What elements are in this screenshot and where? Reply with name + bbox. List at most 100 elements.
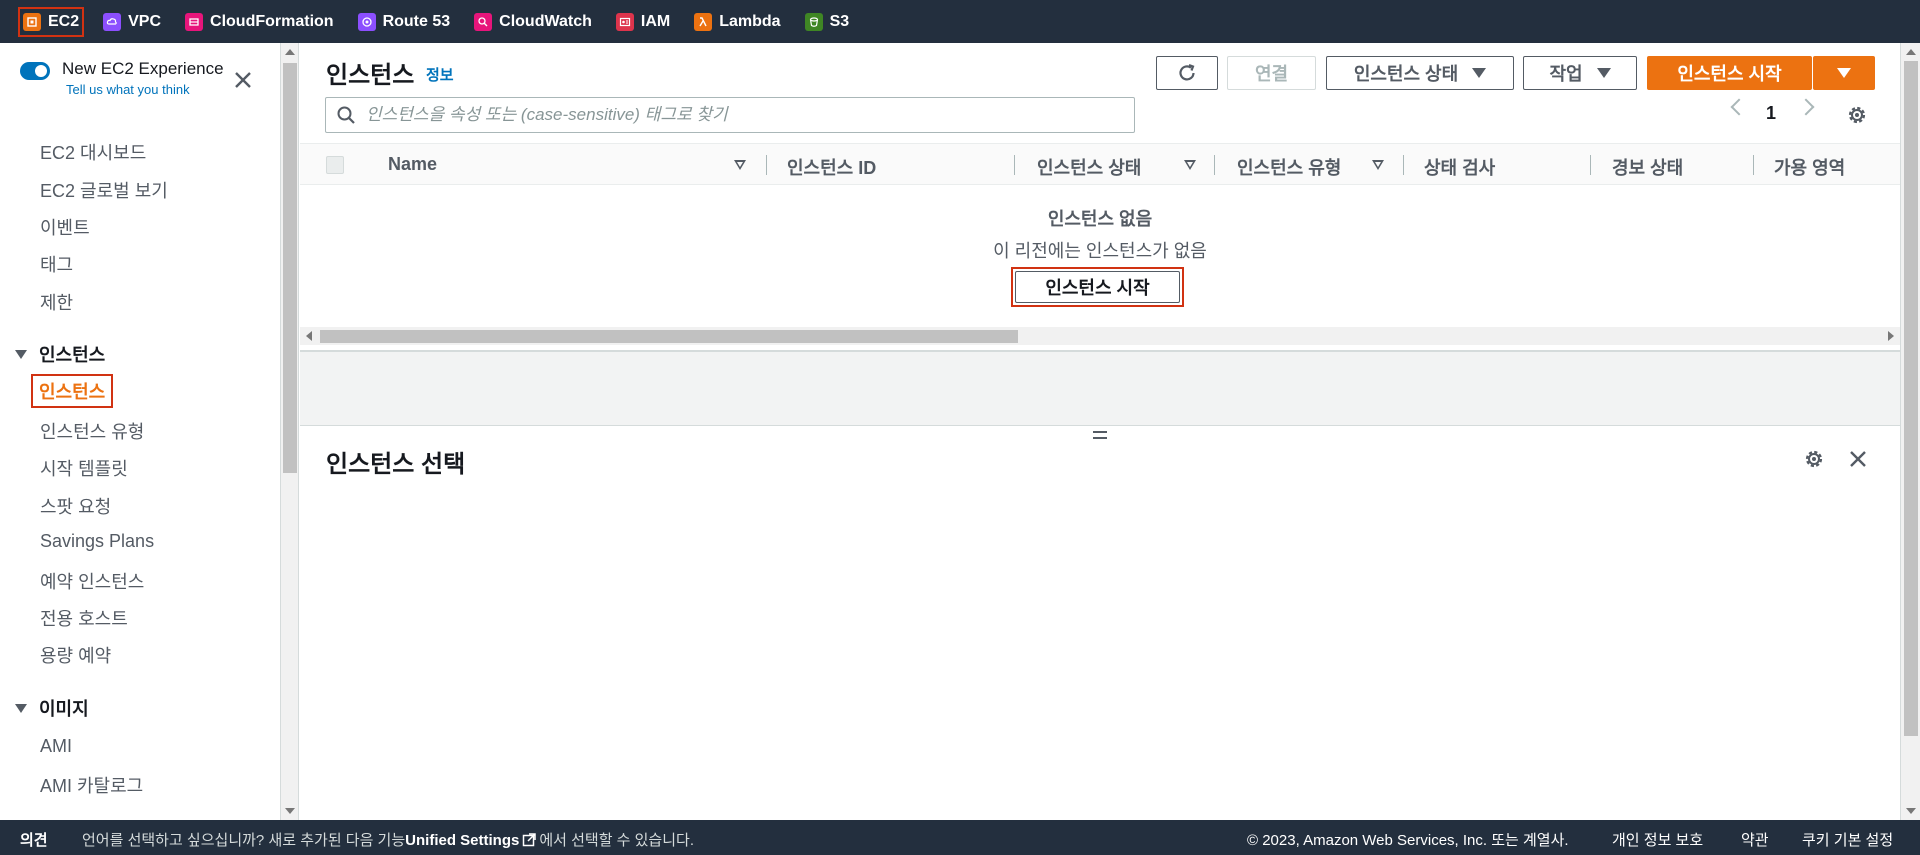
scrollbar-thumb[interactable] [1904, 61, 1918, 736]
actions-label: 작업 [1549, 64, 1583, 84]
service-cloudformation[interactable]: CloudFormation [180, 7, 339, 37]
connect-button[interactable]: 연결 [1227, 56, 1316, 90]
search-input[interactable] [366, 105, 1126, 125]
launch-label: 인스턴스 시작 [1677, 64, 1782, 84]
launch-options-dropdown[interactable] [1813, 56, 1875, 90]
service-s3[interactable]: S3 [800, 7, 855, 37]
empty-launch-instances-button[interactable]: 인스턴스 시작 [1015, 271, 1180, 303]
sort-icon[interactable] [1372, 160, 1384, 170]
service-iam[interactable]: IAM [611, 7, 675, 37]
empty-state-description: 이 리전에는 인스턴스가 없음 [993, 241, 1207, 261]
service-label: S3 [829, 12, 850, 30]
pagination-page[interactable]: 1 [1766, 103, 1776, 124]
service-cloudwatch[interactable]: CloudWatch [469, 7, 597, 37]
unified-settings-link[interactable]: Unified Settings [405, 832, 519, 849]
service-ec2[interactable]: EC2 [18, 6, 85, 37]
nav-capacity-reservations[interactable]: 용량 예약 [40, 642, 111, 668]
col-availability-zone[interactable]: 가용 영역 [1774, 154, 1845, 180]
column-divider [1403, 155, 1404, 175]
instance-state-label: 인스턴스 상태 [1353, 64, 1459, 84]
caret-down-icon [1837, 68, 1851, 78]
service-label: VPC [128, 12, 162, 30]
scrollbar-thumb[interactable] [320, 330, 1018, 343]
refresh-button[interactable] [1156, 56, 1218, 90]
nav-dedicated-hosts[interactable]: 전용 호스트 [40, 605, 128, 631]
cookie-preferences-link[interactable]: 쿠키 기본 설정 [1802, 829, 1893, 850]
nav-launch-templates[interactable]: 시작 템플릿 [40, 455, 128, 481]
new-experience-toggle[interactable] [20, 62, 50, 80]
close-icon[interactable] [232, 69, 254, 91]
scrollbar-thumb[interactable] [283, 63, 297, 473]
nav-section-images[interactable]: 이미지 [15, 695, 89, 721]
nav-events[interactable]: 이벤트 [40, 214, 90, 240]
service-label: Route 53 [382, 12, 451, 30]
pagination [1730, 98, 1748, 116]
gear-icon[interactable] [1802, 447, 1826, 471]
scroll-down-arrow-icon[interactable] [1906, 808, 1916, 814]
terms-link[interactable]: 약관 [1741, 829, 1769, 850]
column-divider [766, 155, 767, 175]
nav-limits[interactable]: 제한 [40, 289, 73, 315]
nav-ami-catalog[interactable]: AMI 카탈로그 [40, 772, 143, 798]
sort-icon[interactable] [1184, 160, 1196, 170]
main-scrollbar[interactable] [1900, 43, 1920, 820]
nav-reserved-instances[interactable]: 예약 인스턴스 [40, 568, 144, 594]
close-icon[interactable] [1847, 448, 1869, 470]
scroll-up-arrow-icon[interactable] [285, 49, 295, 55]
service-route53[interactable]: Route 53 [353, 7, 456, 37]
feedback-button[interactable]: 의견 [20, 829, 48, 850]
empty-state-title: 인스턴스 없음 [1047, 209, 1153, 229]
nav-ami[interactable]: AMI [40, 736, 72, 757]
search-icon [337, 106, 355, 124]
connect-label: 연결 [1254, 64, 1289, 84]
col-instance-id[interactable]: 인스턴스 ID [787, 154, 876, 180]
sort-icon[interactable] [734, 160, 746, 170]
col-alarm-status[interactable]: 경보 상태 [1612, 154, 1683, 180]
service-favorites-bar: EC2 VPC CloudFormation Route 53 CloudWat… [0, 0, 1920, 43]
service-label: EC2 [48, 12, 80, 30]
launch-instances-button[interactable]: 인스턴스 시작 [1647, 56, 1812, 90]
vpc-icon [103, 12, 122, 31]
new-experience-toggle-group: New EC2 Experience Tell us what you thin… [20, 59, 224, 97]
table-horizontal-scrollbar[interactable] [300, 327, 1900, 345]
nav-ec2-global-view[interactable]: EC2 글로벌 보기 [40, 177, 168, 203]
caret-down-icon [15, 703, 27, 713]
nav-ec2-dashboard[interactable]: EC2 대시보드 [40, 139, 146, 165]
gear-icon[interactable] [1845, 103, 1869, 127]
select-all-checkbox[interactable] [326, 156, 344, 174]
col-name[interactable]: Name [388, 154, 437, 175]
col-instance-type[interactable]: 인스턴스 유형 [1237, 154, 1341, 180]
language-prompt-suffix: 에서 선택할 수 있습니다. [539, 832, 694, 849]
column-divider [1014, 155, 1015, 175]
copyright-text: © 2023, Amazon Web Services, Inc. 또는 계열사… [1247, 832, 1569, 849]
col-instance-state[interactable]: 인스턴스 상태 [1037, 154, 1141, 180]
info-link[interactable]: 정보 [426, 64, 454, 85]
nav-spot-requests[interactable]: 스팟 요청 [40, 493, 111, 519]
service-vpc[interactable]: VPC [98, 7, 166, 37]
nav-instance-types[interactable]: 인스턴스 유형 [40, 418, 144, 444]
actions-dropdown[interactable]: 작업 [1523, 56, 1637, 90]
service-lambda[interactable]: Lambda [689, 7, 785, 37]
nav-section-label: 이미지 [39, 699, 89, 719]
caret-down-icon [1472, 68, 1487, 78]
chevron-left-icon[interactable] [1730, 98, 1748, 116]
instance-state-dropdown[interactable]: 인스턴스 상태 [1326, 56, 1514, 90]
page-title: 인스턴스 [326, 62, 415, 89]
external-link-icon [523, 833, 537, 847]
scroll-down-arrow-icon[interactable] [285, 808, 295, 814]
route53-icon [357, 12, 376, 31]
nav-savings-plans[interactable]: Savings Plans [40, 531, 154, 552]
service-label: IAM [640, 12, 671, 30]
nav-instances[interactable]: 인스턴스 [31, 374, 114, 408]
nav-tags[interactable]: 태그 [40, 251, 73, 277]
scroll-up-arrow-icon[interactable] [1906, 49, 1916, 55]
privacy-link[interactable]: 개인 정보 보호 [1612, 829, 1703, 850]
feedback-link[interactable]: Tell us what you think [66, 82, 224, 97]
drag-handle-icon[interactable] [1093, 431, 1107, 439]
scroll-left-arrow-icon[interactable] [306, 331, 312, 341]
nav-section-instances[interactable]: 인스턴스 [15, 341, 105, 367]
chevron-right-icon[interactable] [1797, 98, 1815, 116]
sidebar-scrollbar[interactable] [281, 43, 299, 820]
scroll-right-arrow-icon[interactable] [1888, 331, 1894, 341]
col-status-check[interactable]: 상태 검사 [1424, 154, 1495, 180]
